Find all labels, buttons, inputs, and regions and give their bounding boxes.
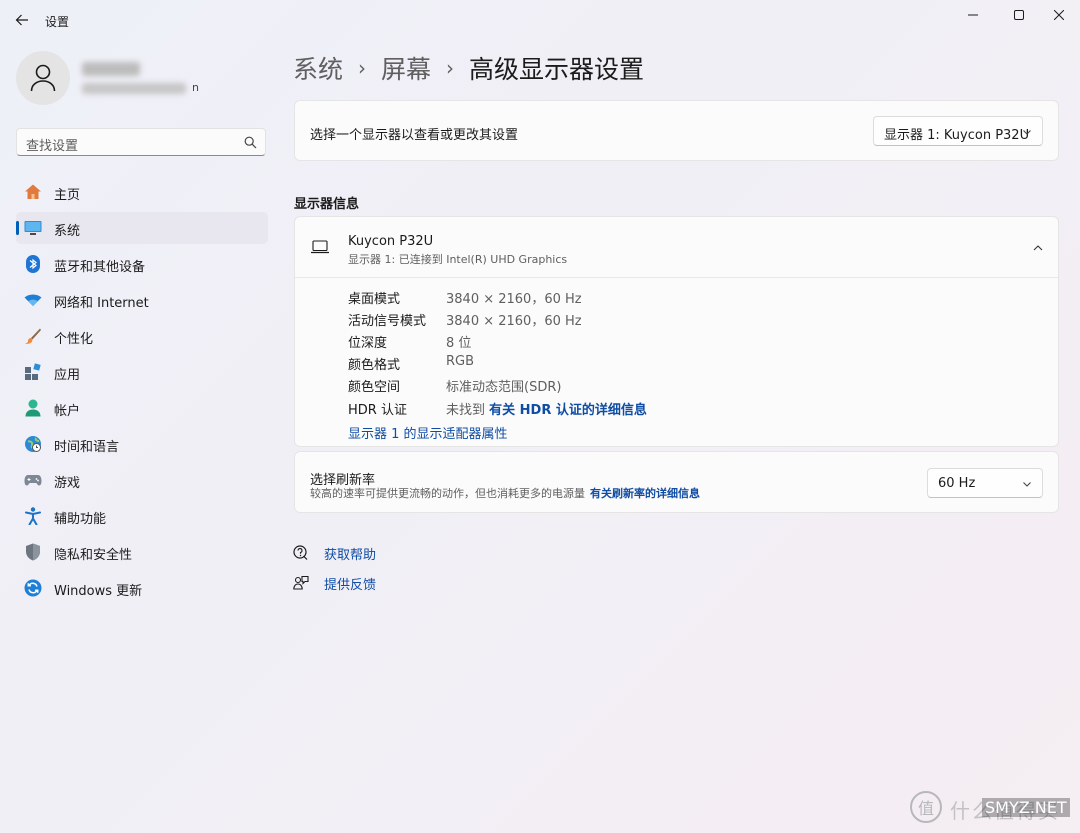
get-help-link[interactable]: 获取帮助 (292, 542, 376, 564)
display-info-card: Kuycon P32U 显示器 1: 已连接到 Intel(R) UHD Gra… (294, 216, 1059, 447)
watermark-logo: 值 (910, 791, 942, 823)
minimize-icon (968, 14, 978, 16)
close-button[interactable] (1036, 0, 1080, 30)
sidebar-item-network[interactable]: 网络和 Internet (16, 284, 268, 316)
info-key: 位深度 (348, 336, 388, 351)
refresh-rate-value: 60 Hz (938, 476, 976, 491)
select-display-label: 选择一个显示器以查看或更改其设置 (310, 128, 519, 143)
info-key: 活动信号模式 (348, 314, 427, 329)
display-info-section-title: 显示器信息 (294, 197, 360, 212)
account-icon (24, 399, 42, 417)
info-key: HDR 认证 (348, 403, 407, 418)
display-select-value: 显示器 1: Kuycon P32U (884, 128, 1030, 143)
user-name-blurred (82, 62, 140, 76)
wifi-icon (24, 291, 42, 309)
select-display-card: 选择一个显示器以查看或更改其设置 显示器 1: Kuycon P32U (294, 100, 1059, 161)
breadcrumb-display[interactable]: 屏幕 (381, 50, 431, 86)
refresh-rate-card: 选择刷新率 较高的速率可提供更流畅的动作，但也消耗更多的电源量 有关刷新率的详细信… (294, 451, 1059, 513)
give-feedback-link[interactable]: 提供反馈 (292, 572, 376, 594)
user-icon (30, 64, 56, 92)
breadcrumb-separator: › (446, 56, 455, 80)
sidebar-item-gaming[interactable]: 游戏 (16, 464, 268, 496)
back-button[interactable] (8, 6, 36, 34)
search-icon (244, 136, 257, 149)
sidebar-item-home[interactable]: 主页 (16, 176, 268, 208)
sidebar-item-time-language[interactable]: 时间和语言 (16, 428, 268, 460)
chevron-down-icon (1023, 482, 1031, 487)
feedback-icon (292, 574, 310, 592)
chevron-up-icon[interactable] (1031, 241, 1045, 255)
sidebar-item-system[interactable]: 系统 (16, 212, 268, 244)
display-adapter-properties-link[interactable]: 显示器 1 的显示适配器属性 (348, 423, 508, 442)
laptop-icon (311, 240, 329, 254)
user-profile[interactable]: n (16, 51, 266, 107)
display-info-header[interactable]: Kuycon P32U 显示器 1: 已连接到 Intel(R) UHD Gra… (295, 217, 1058, 278)
info-key: 颜色空间 (348, 380, 401, 395)
monitor-name: Kuycon P32U (348, 234, 434, 249)
apps-icon (24, 363, 42, 381)
search-input[interactable]: 查找设置 (16, 128, 266, 156)
sidebar-item-privacy[interactable]: 隐私和安全性 (16, 536, 268, 568)
info-value: 3840 × 2160，60 Hz (446, 292, 582, 307)
user-email-tail: n (192, 81, 199, 94)
info-value: 8 位 (446, 336, 472, 351)
breadcrumb-system[interactable]: 系统 (293, 50, 343, 86)
hdr-info-link[interactable]: 有关 HDR 认证的详细信息 (489, 403, 647, 418)
watermark-overlay-text: SMYZ.NET (982, 798, 1070, 817)
give-feedback-label: 提供反馈 (324, 577, 377, 593)
search-placeholder: 查找设置 (26, 139, 79, 154)
maximize-icon (1014, 10, 1024, 20)
info-key: 桌面模式 (348, 292, 401, 307)
title-bar: 设置 (0, 0, 1080, 40)
sidebar-item-windows-update[interactable]: Windows 更新 (16, 572, 268, 604)
refresh-rate-description: 较高的速率可提供更流畅的动作，但也消耗更多的电源量 (310, 487, 585, 500)
sidebar-item-apps[interactable]: 应用 (16, 356, 268, 388)
sidebar-nav: 主页 系统 蓝牙和其他设备 网络和 Internet 个性化 应用 帐户 时间和… (16, 176, 268, 608)
page-title: 高级显示器设置 (469, 55, 645, 84)
info-value: 3840 × 2160，60 Hz (446, 314, 582, 329)
sidebar-item-personalization[interactable]: 个性化 (16, 320, 268, 352)
info-value: RGB (446, 354, 475, 369)
globe-clock-icon (24, 435, 42, 453)
info-value: 标准动态范围(SDR) (446, 380, 562, 395)
brush-icon (24, 327, 42, 345)
sidebar-item-accessibility[interactable]: 辅助功能 (16, 500, 268, 532)
sidebar-item-bluetooth[interactable]: 蓝牙和其他设备 (16, 248, 268, 280)
info-key: 颜色格式 (348, 358, 401, 373)
close-icon (1054, 10, 1064, 20)
app-title: 设置 (45, 15, 70, 29)
minimize-button[interactable] (950, 0, 996, 30)
get-help-label: 获取帮助 (324, 547, 377, 563)
watermark: 值 什么值得买 SMYZ.NET (908, 789, 1078, 827)
accessibility-icon (24, 507, 42, 525)
display-select-dropdown[interactable]: 显示器 1: Kuycon P32U (873, 116, 1043, 146)
bluetooth-icon (24, 255, 42, 273)
hdr-status: 未找到 (446, 403, 486, 418)
gamepad-icon (24, 471, 42, 489)
refresh-rate-info-link[interactable]: 有关刷新率的详细信息 (590, 487, 700, 500)
avatar (16, 51, 70, 105)
breadcrumb-separator: › (358, 56, 367, 80)
back-arrow-icon (15, 14, 28, 26)
system-display-icon (24, 219, 42, 237)
selection-indicator (16, 221, 19, 235)
info-value: 未找到 有关 HDR 认证的详细信息 (446, 399, 647, 418)
breadcrumb: 系统 › 屏幕 › 高级显示器设置 (293, 48, 644, 88)
user-email-blurred (82, 83, 186, 94)
sidebar-item-accounts[interactable]: 帐户 (16, 392, 268, 424)
refresh-rate-subtitle: 较高的速率可提供更流畅的动作，但也消耗更多的电源量 有关刷新率的详细信息 (310, 485, 700, 501)
shield-icon (24, 543, 42, 561)
refresh-rate-dropdown[interactable]: 60 Hz (927, 468, 1043, 498)
chevron-down-icon (1023, 130, 1031, 135)
home-icon (24, 183, 42, 201)
update-icon (24, 579, 42, 597)
help-icon (292, 544, 310, 562)
monitor-subtitle: 显示器 1: 已连接到 Intel(R) UHD Graphics (348, 253, 568, 266)
